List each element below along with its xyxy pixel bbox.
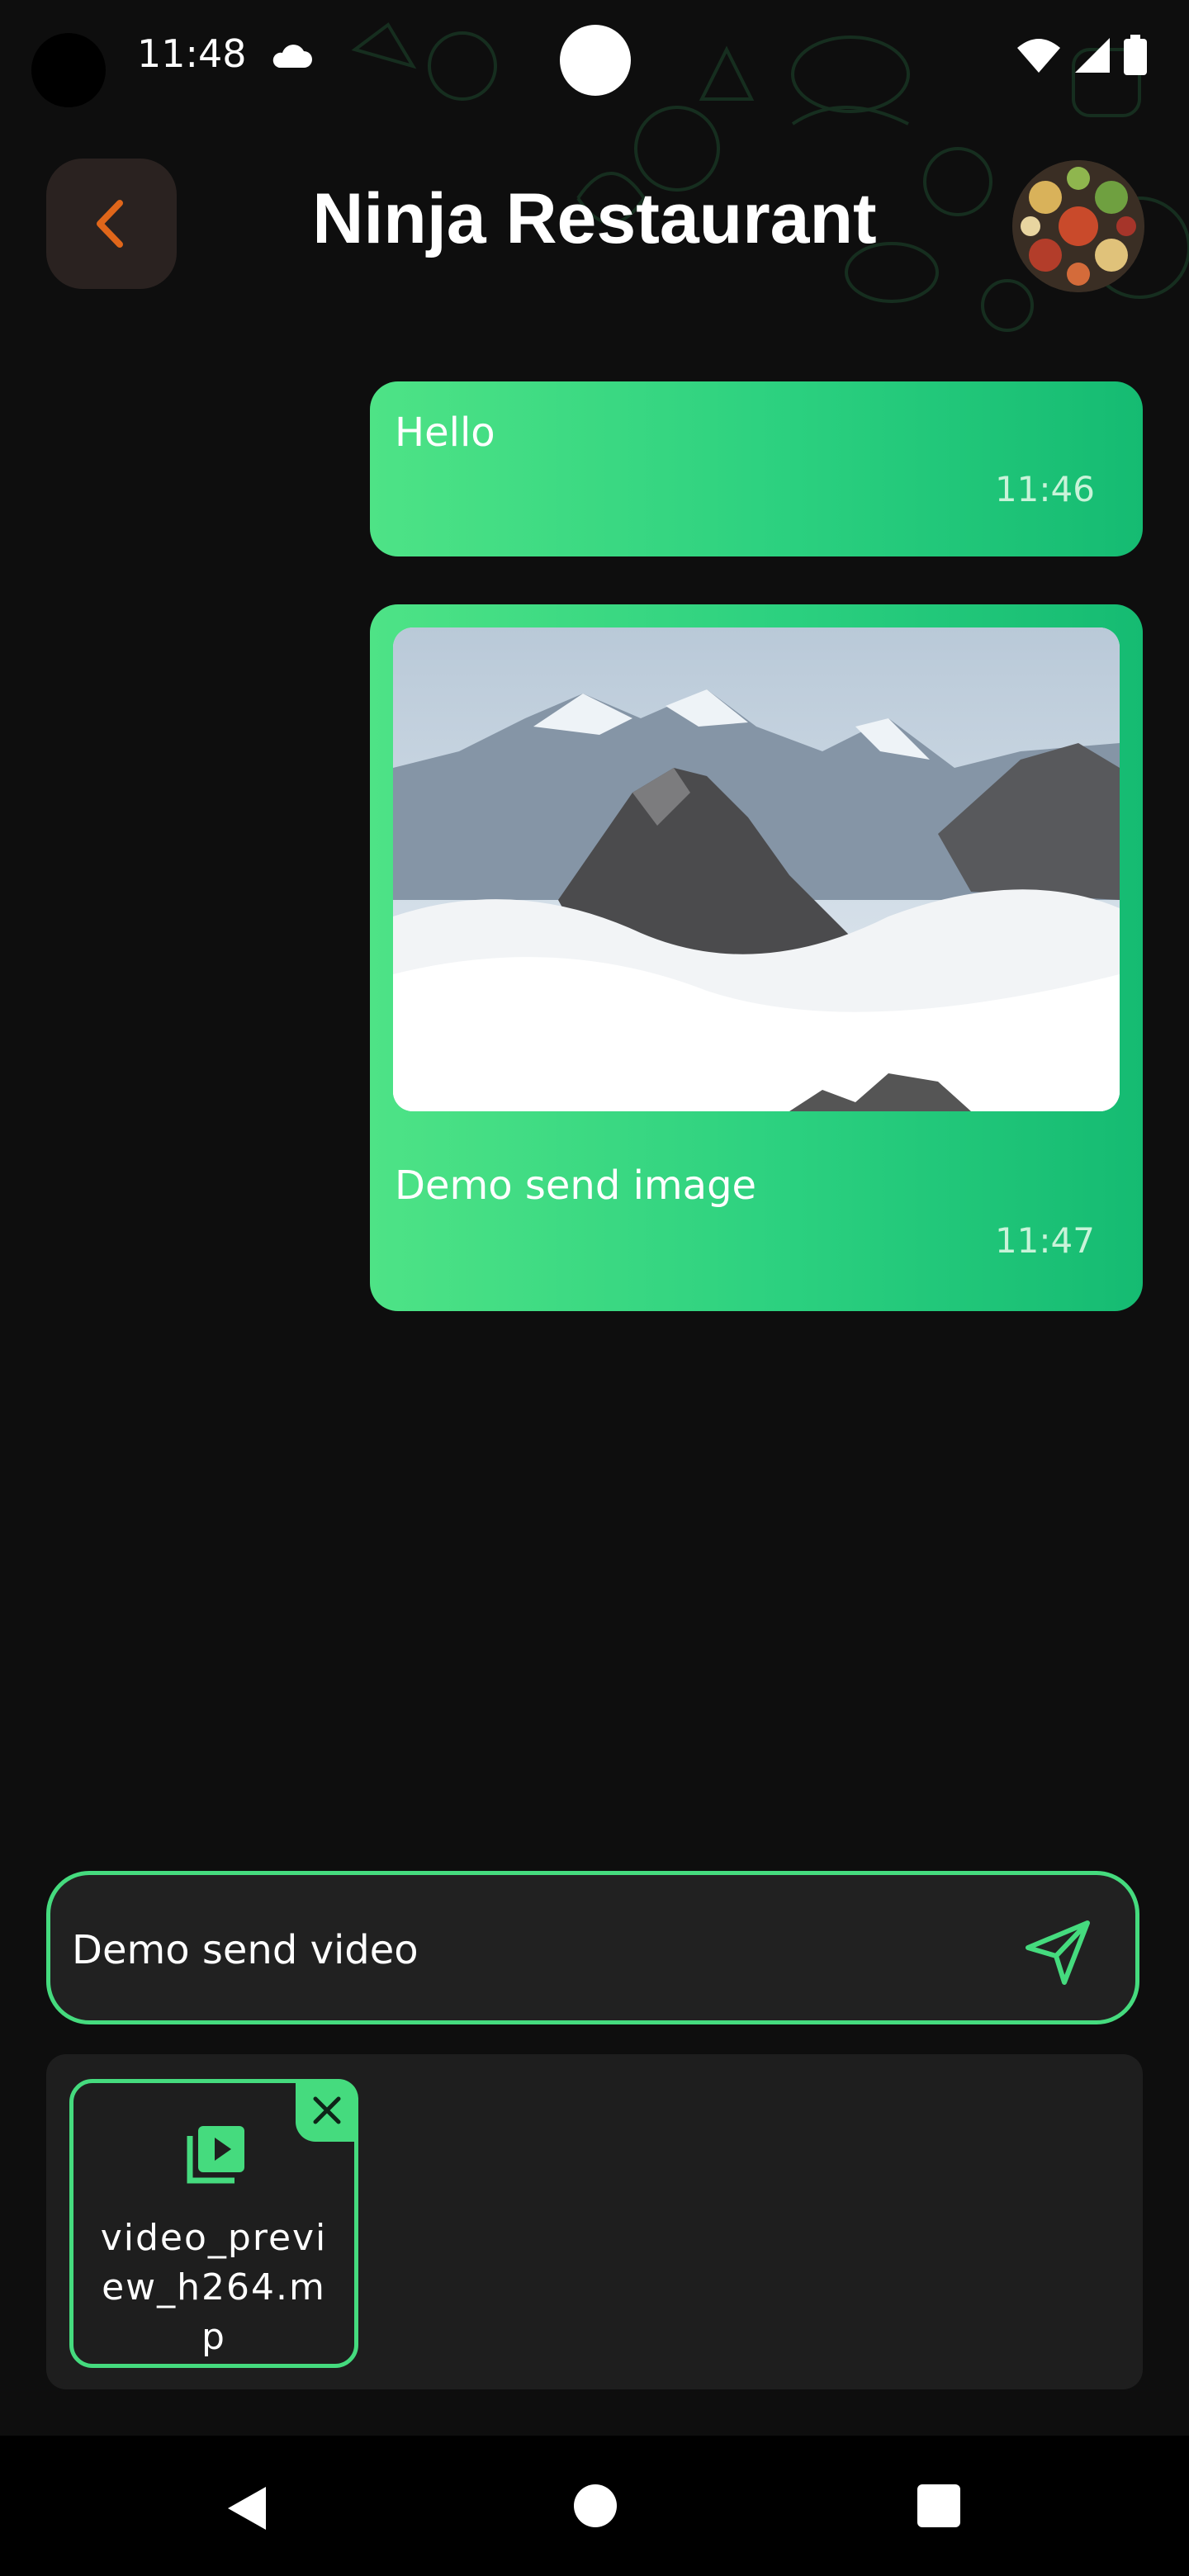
remove-attachment-button[interactable] [296, 2079, 358, 2142]
wifi-icon [1017, 39, 1060, 73]
camera-cutout [31, 33, 106, 107]
restaurant-avatar[interactable] [1012, 160, 1144, 292]
attachment-filename: video_preview_h264.mp [100, 2217, 328, 2358]
status-bar: 11:48 [0, 0, 1189, 116]
front-camera [560, 25, 631, 96]
nav-back-icon[interactable] [225, 2484, 271, 2533]
cloud-icon [272, 45, 312, 68]
message-text: Hello [395, 410, 495, 456]
page-title: Ninja Restaurant [312, 179, 877, 258]
nav-recents-icon[interactable] [917, 2484, 961, 2528]
signal-icon [1075, 38, 1110, 73]
system-navigation-bar [0, 2436, 1189, 2576]
message-time: 11:46 [994, 469, 1095, 509]
close-icon [313, 2096, 341, 2124]
attachment-tray: video_preview_h264.mp [46, 2054, 1143, 2389]
mountain-photo [393, 627, 1120, 1111]
message-bubble[interactable]: Hello 11:46 [370, 381, 1143, 556]
status-time: 11:48 [137, 31, 247, 76]
message-image[interactable] [393, 627, 1120, 1111]
nav-home-icon[interactable] [573, 2484, 618, 2528]
food-platter-image [1012, 160, 1144, 292]
message-input[interactable] [70, 1908, 982, 1992]
message-time: 11:47 [994, 1220, 1095, 1261]
battery-icon [1124, 35, 1147, 75]
message-composer [46, 1871, 1139, 2024]
system-icons [1016, 35, 1148, 76]
attachment-card[interactable]: video_preview_h264.mp [69, 2079, 358, 2368]
send-icon[interactable] [1021, 1915, 1096, 1989]
video-library-icon [187, 2126, 244, 2184]
message-bubble-image[interactable]: Demo send image 11:47 [370, 604, 1143, 1311]
message-text: Demo send image [395, 1163, 757, 1209]
